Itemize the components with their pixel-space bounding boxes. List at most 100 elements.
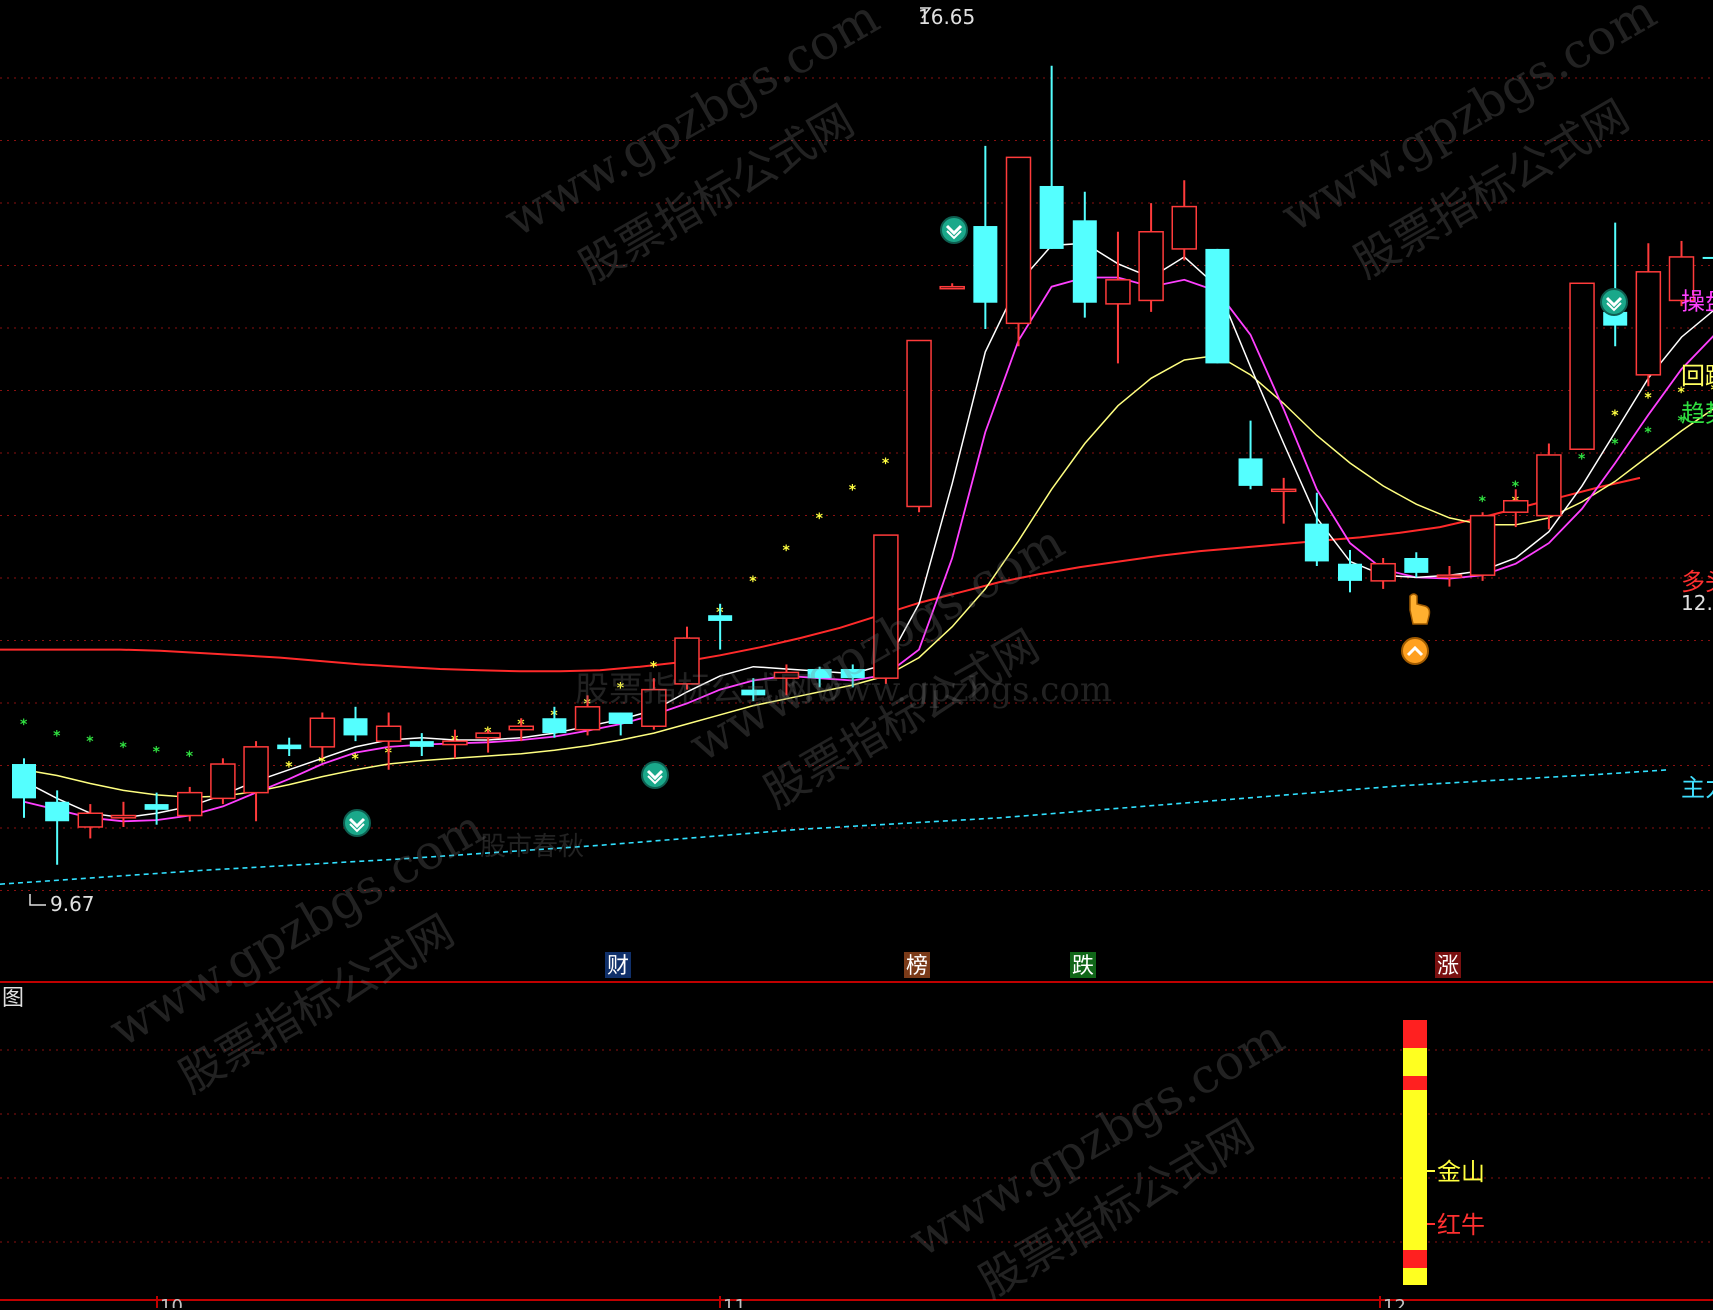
candle-body bbox=[1138, 231, 1164, 302]
pullback-dot: * bbox=[749, 574, 757, 590]
label-gold-mountain: 金山 bbox=[1437, 1158, 1485, 1186]
pullback-dot: * bbox=[849, 482, 857, 498]
pullback-dot: * bbox=[1611, 408, 1619, 424]
right-legend-labels: 操盘回踩趋势多头主力 bbox=[1681, 287, 1713, 801]
candle-body bbox=[309, 717, 336, 748]
candle-body bbox=[277, 744, 302, 750]
candle bbox=[1072, 191, 1097, 318]
pullback-dot: * bbox=[782, 543, 790, 559]
candle bbox=[807, 666, 832, 688]
candle-body bbox=[574, 706, 601, 731]
low-price-label: 9.67 bbox=[50, 892, 95, 916]
trend-dot: * bbox=[1578, 451, 1586, 467]
indicator-bar-segment bbox=[1403, 1076, 1427, 1090]
candle bbox=[1338, 549, 1362, 593]
lower-indicator-panel bbox=[1403, 1020, 1435, 1285]
signal-dots: ****************************************… bbox=[20, 383, 1713, 784]
candle bbox=[309, 712, 336, 759]
right-label: 趋势 bbox=[1681, 400, 1713, 428]
candle bbox=[1270, 477, 1297, 524]
candle bbox=[243, 741, 269, 822]
right-label: 操盘 bbox=[1681, 287, 1713, 315]
trend-dot: * bbox=[1611, 437, 1619, 453]
candle bbox=[608, 712, 633, 736]
candle-body bbox=[210, 763, 236, 800]
candle-body bbox=[110, 814, 137, 819]
candle bbox=[906, 339, 932, 513]
candle-body bbox=[1171, 205, 1197, 250]
grid-lines bbox=[0, 77, 1713, 1243]
candle-body bbox=[906, 339, 932, 508]
candle bbox=[210, 758, 236, 805]
candle-body bbox=[1304, 523, 1329, 562]
event-badge: 跌 bbox=[1070, 952, 1096, 979]
candle-body bbox=[1370, 562, 1396, 582]
indicator-bar-segment bbox=[1403, 1250, 1427, 1268]
candle bbox=[1039, 65, 1064, 249]
candle bbox=[1469, 512, 1496, 581]
candle-body bbox=[674, 637, 700, 685]
event-badge-label: 榜 bbox=[906, 954, 928, 979]
trend-dot: * bbox=[20, 717, 28, 733]
candle bbox=[1238, 420, 1263, 490]
candle-body bbox=[1205, 248, 1230, 364]
pullback-dot: * bbox=[352, 751, 360, 767]
candle-body bbox=[508, 725, 534, 731]
indicator-bar-segment bbox=[1403, 1020, 1427, 1048]
candle bbox=[409, 733, 434, 757]
right-label: 多头 bbox=[1681, 568, 1713, 596]
candle-body bbox=[1536, 454, 1562, 517]
event-badges: 财榜跌涨 bbox=[605, 952, 1461, 979]
candle bbox=[177, 786, 203, 822]
candle bbox=[1603, 222, 1628, 347]
candle-body bbox=[1436, 574, 1463, 578]
candle-body bbox=[1270, 488, 1297, 493]
candle-body bbox=[1338, 563, 1362, 581]
trend-dot: * bbox=[1644, 425, 1652, 441]
pullback-dot: * bbox=[285, 759, 293, 775]
candle bbox=[641, 678, 667, 730]
candle-body bbox=[973, 226, 998, 303]
trend-dot: * bbox=[186, 749, 194, 765]
candle-body bbox=[45, 801, 70, 822]
low-price-pointer bbox=[29, 894, 46, 906]
label-red-bull: 红牛 bbox=[1437, 1211, 1485, 1239]
candle-body bbox=[807, 669, 832, 679]
candle bbox=[1105, 231, 1131, 364]
event-badge-label: 财 bbox=[607, 954, 629, 979]
stock-candlestick-chart: ****************************************… bbox=[0, 5, 1713, 1308]
candle bbox=[343, 706, 368, 742]
pullback-dot: * bbox=[1644, 391, 1652, 407]
x-tick-label: 11 bbox=[723, 1296, 746, 1308]
candle-body bbox=[1635, 271, 1662, 376]
pullback-dot: * bbox=[816, 511, 824, 527]
event-badge-label: 跌 bbox=[1072, 954, 1094, 979]
candle-body bbox=[409, 741, 434, 747]
sell-signal-icon bbox=[343, 809, 371, 837]
pullback-dot: * bbox=[882, 456, 890, 472]
candle-body bbox=[708, 615, 733, 621]
candle bbox=[1569, 282, 1595, 450]
ma-magenta-line bbox=[23, 276, 1713, 823]
candle-body bbox=[1569, 282, 1595, 450]
ma-white-line bbox=[23, 242, 1713, 819]
candle-body bbox=[475, 732, 501, 739]
candle-body bbox=[77, 812, 104, 828]
candle bbox=[741, 678, 766, 702]
trend-dot: * bbox=[153, 744, 161, 760]
right-label: 主力 bbox=[1681, 774, 1713, 802]
candle bbox=[277, 737, 302, 757]
candle-body bbox=[442, 740, 468, 746]
candle-body bbox=[12, 764, 36, 799]
event-badge: 财 bbox=[605, 952, 631, 979]
candle bbox=[840, 664, 865, 688]
candle bbox=[1205, 248, 1230, 364]
sell-signal-icon bbox=[641, 761, 669, 789]
candle-body bbox=[1469, 514, 1496, 576]
indicator-bar-segment bbox=[1403, 1268, 1427, 1285]
candle bbox=[939, 283, 965, 290]
candle bbox=[1171, 180, 1197, 261]
candle bbox=[1503, 489, 1529, 528]
candle-body bbox=[1702, 256, 1713, 259]
candle-body bbox=[741, 689, 766, 696]
